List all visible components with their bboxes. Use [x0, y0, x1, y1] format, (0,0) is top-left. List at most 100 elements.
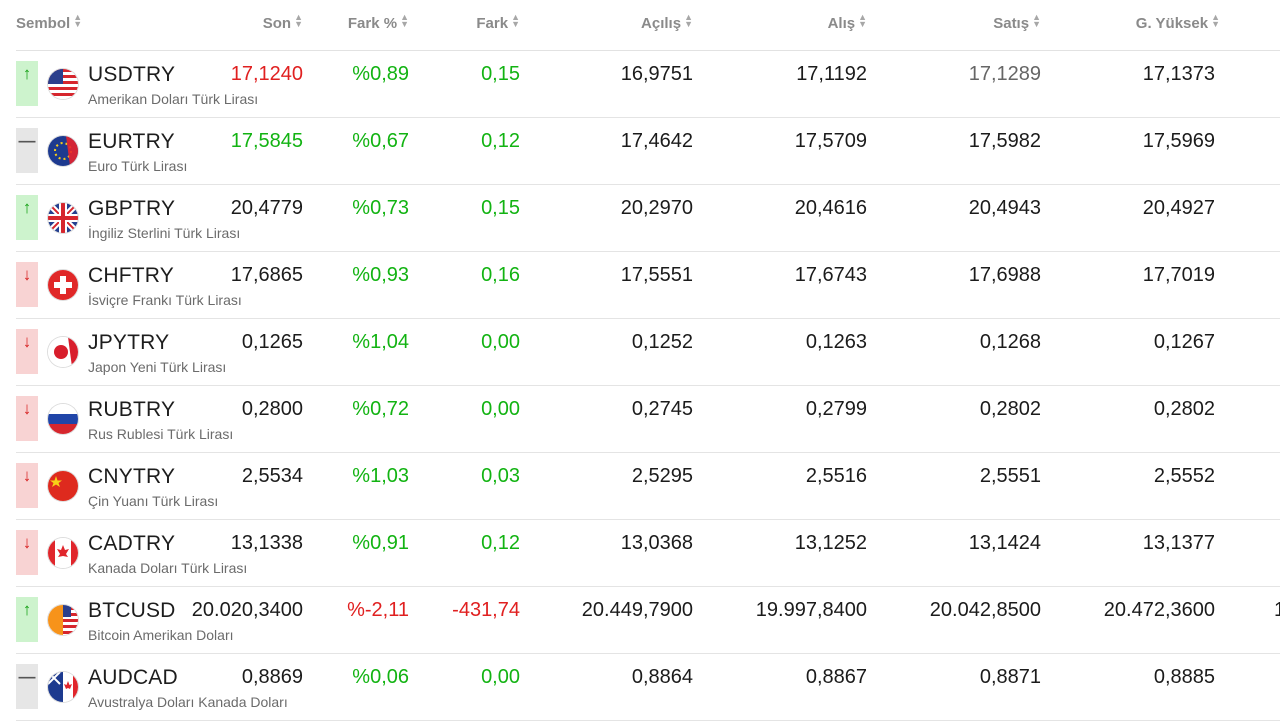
arrow-down-icon: ↓ [16, 530, 38, 575]
cell-satis: 17,5982 [968, 130, 1041, 152]
cell-fark-pct: %0,67 [352, 130, 409, 152]
arrow-up-icon: ↑ [16, 195, 38, 240]
flag-eu-icon [48, 136, 78, 166]
flag-btc-us-icon [48, 605, 78, 635]
table-row[interactable]: — AUDCAD Avustralya Doları Kanada Doları 0,… [16, 654, 1280, 721]
cell-fark-pct: %0,89 [352, 63, 409, 85]
cell-acilis: 2,5295 [631, 465, 693, 487]
cell-g-yuksek: 20.472,3600 [1103, 599, 1215, 621]
flag-ru-icon [48, 404, 78, 434]
symbol-code[interactable]: CHFTRY [88, 264, 174, 288]
header-fark-label: Fark [476, 15, 509, 32]
cell-satis: 17,6988 [968, 264, 1041, 286]
sort-icon: ▲ ▼ [684, 12, 693, 29]
header-alis-label: Alış [827, 15, 856, 32]
cell-fark: 0,00 [481, 666, 520, 688]
cell-alis: 17,5709 [794, 130, 867, 152]
table-row[interactable]: ↓ CHFTRY İsviçre Frankı Türk Lirası 17,6865… [16, 252, 1280, 319]
arrow-down-icon: ↓ [16, 329, 38, 374]
cell-g-yuksek: 0,1267 [1153, 331, 1215, 353]
cell-fark: 0,03 [481, 465, 520, 487]
cell-alis: 0,8867 [805, 666, 867, 688]
flag-au-ca-icon [48, 672, 78, 702]
symbol-code[interactable]: JPYTRY [88, 331, 169, 355]
cell-acilis: 13,0368 [620, 532, 693, 554]
dash-icon: — [16, 664, 38, 709]
cell-son: 0,8869 [241, 666, 303, 688]
cell-son: 0,2800 [241, 398, 303, 420]
table-row[interactable]: ↓ JPYTRY Japon Yeni Türk Lirası 0,1265 %1,04… [16, 319, 1280, 386]
header-acilis-label: Açılış [641, 15, 682, 32]
cell-acilis: 0,8864 [631, 666, 693, 688]
symbol-code[interactable]: USDTRY [88, 63, 175, 87]
header-g-yuksek-label: G. Yüksek [1135, 15, 1209, 32]
dash-icon: — [16, 128, 38, 173]
cell-fark-pct: %0,72 [352, 398, 409, 420]
symbol-code[interactable]: CADTRY [88, 532, 175, 556]
symbol-name: Çin Yuanı Türk Lirası [88, 493, 219, 509]
table-row[interactable]: ↑ BTCUSD Bitcoin Amerikan Doları 20.020,340… [16, 587, 1280, 654]
header-fark-pct-label: Fark % [347, 15, 398, 32]
cell-fark-pct: %0,91 [352, 532, 409, 554]
cell-fark: 0,12 [481, 130, 520, 152]
table-row[interactable]: ↓ CADTRY Kanada Doları Türk Lirası 13,1338%… [16, 520, 1280, 587]
cell-fark: 0,00 [481, 331, 520, 353]
header-satis[interactable]: Satış ▲ ▼ [993, 12, 1041, 33]
symbol-name: Avustralya Doları Kanada Doları [88, 694, 288, 710]
flag-gb-icon [48, 203, 78, 233]
arrow-up-icon: ↑ [16, 597, 38, 642]
cell-acilis: 0,2745 [631, 398, 693, 420]
symbol-name: Amerikan Doları Türk Lirası [88, 91, 259, 107]
symbol-name: Kanada Doları Türk Lirası [88, 560, 248, 576]
cell-satis: 13,1424 [968, 532, 1041, 554]
symbol-code[interactable]: EURTRY [88, 130, 175, 154]
symbol-code[interactable]: CNYTRY [88, 465, 175, 489]
cell-acilis: 20,2970 [620, 197, 693, 219]
cell-g-yuksek: 17,1373 [1142, 63, 1215, 85]
cell-acilis: 20.449,7900 [581, 599, 693, 621]
header-fark[interactable]: Fark ▲ ▼ [476, 12, 520, 33]
sort-icon: ▲ ▼ [400, 12, 409, 29]
cell-satis: 20.042,8500 [929, 599, 1041, 621]
cell-alis: 17,1192 [796, 63, 867, 85]
table-row[interactable]: ↑ GBPTRY İngiliz Sterlini Türk Lirası 20,47… [16, 185, 1280, 252]
header-alis[interactable]: Alış ▲ ▼ [827, 13, 867, 33]
table-row[interactable]: ↓ CNYTRY Çin Yuanı Türk Lirası 2,5534 %1,03 0… [16, 453, 1280, 520]
header-sembol[interactable]: Sembol ▲ ▼ [16, 13, 82, 33]
symbol-code[interactable]: AUDCAD [88, 666, 178, 690]
cell-satis: 2,5551 [979, 465, 1041, 487]
table-row[interactable]: ↑ USDTRY Amerikan Doları Türk Lirası 17,124… [16, 51, 1280, 118]
cell-son: 2,5534 [241, 465, 303, 487]
cell-fark-pct: %0,73 [352, 197, 409, 219]
header-son[interactable]: Son ▲ ▼ [263, 13, 303, 33]
cell-alis: 0,2799 [805, 398, 867, 420]
symbol-code[interactable]: RUBTRY [88, 398, 175, 422]
currency-table: Sembol ▲ ▼ Son ▲ ▼ Fark % ▲ ▼ Fark ▲ ▼ Açılış ▲ ▼ … [0, 0, 1280, 721]
table-row[interactable]: ↓ RUBTRY Rus Rublesi Türk Lirası 0,2800 %0,7… [16, 386, 1280, 453]
header-satis-label: Satış [993, 15, 1030, 32]
cell-acilis: 17,4642 [620, 130, 693, 152]
cell-fark: 0,15 [481, 63, 520, 85]
cell-alis: 13,1252 [794, 532, 867, 554]
cell-fark-pct: %1,04 [352, 331, 409, 353]
cell-acilis: 17,5551 [620, 264, 693, 286]
cell-son: 13,1338 [230, 532, 303, 554]
symbol-code[interactable]: BTCUSD [88, 599, 176, 623]
table-row[interactable]: — EURTRY Euro Türk Lirası 17,5845 %0,67 0,12 1… [16, 118, 1280, 185]
cell-fark: -431,74 [452, 599, 520, 621]
sort-icon: ▲ ▼ [511, 12, 520, 29]
arrow-down-icon: ↓ [16, 262, 38, 307]
header-g-yuksek[interactable]: G. Yüksek ▲ ▼ [1135, 12, 1220, 33]
cell-g-yuksek: 17,7019 [1142, 264, 1215, 286]
table-header: Sembol ▲ ▼ Son ▲ ▼ Fark % ▲ ▼ Fark ▲ ▼ Açılış ▲ ▼ … [16, 0, 1280, 51]
header-fark-pct[interactable]: Fark % ▲ ▼ [347, 12, 409, 33]
header-acilis[interactable]: Açılış ▲ ▼ [641, 12, 693, 33]
symbol-name: İsviçre Frankı Türk Lirası [88, 292, 242, 308]
sort-icon: ▲ ▼ [1032, 12, 1041, 29]
cell-alis: 19.997,8400 [755, 599, 867, 621]
sort-icon: ▲ ▼ [1211, 12, 1220, 29]
symbol-name: Japon Yeni Türk Lirası [88, 359, 227, 375]
symbol-code[interactable]: GBPTRY [88, 197, 175, 221]
arrow-up-icon: ↑ [16, 61, 38, 106]
flag-us-icon [48, 69, 78, 99]
